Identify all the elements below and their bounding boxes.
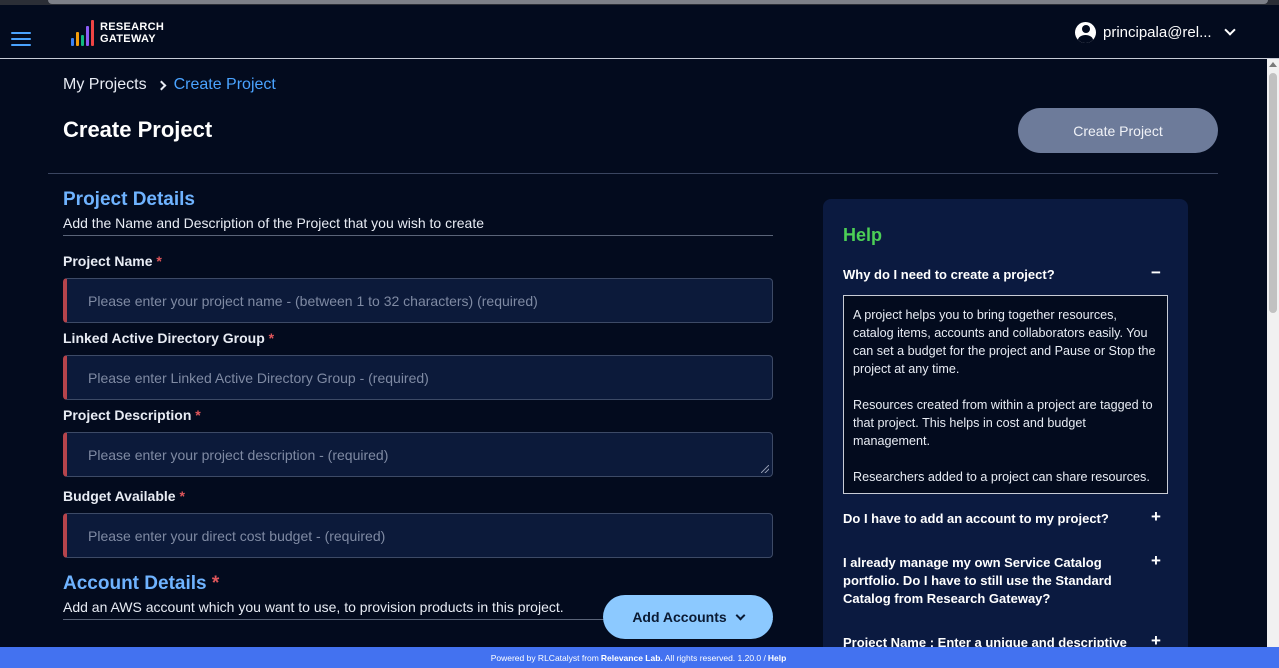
header-divider xyxy=(48,173,1218,174)
top-navbar: RESEARCH GATEWAY principala@rel... xyxy=(0,5,1279,59)
budget-placeholder: Please enter your direct cost budget - (… xyxy=(88,527,386,544)
project-name-input[interactable]: Please enter your project name - (betwee… xyxy=(63,278,773,323)
logo-text-line2: GATEWAY xyxy=(100,33,156,45)
required-asterisk: * xyxy=(268,330,275,346)
faq-question-service-catalog[interactable]: I already manage my own Service Catalog … xyxy=(843,554,1143,608)
ad-group-input[interactable]: Please enter Linked Active Directory Gro… xyxy=(63,355,773,400)
user-name: principala@rel... xyxy=(1103,23,1212,41)
project-description-label: Project Description * xyxy=(63,407,201,423)
faq-answer-paragraph: Resources created from within a project … xyxy=(853,398,1153,448)
faq-answer-paragraph: A project helps you to bring together re… xyxy=(853,308,1156,376)
faq-answer-why-project: A project helps you to bring together re… xyxy=(843,295,1168,494)
chevron-right-icon xyxy=(156,80,167,90)
help-title: Help xyxy=(843,225,883,245)
account-circle-icon xyxy=(1075,21,1096,43)
menu-icon[interactable] xyxy=(11,32,31,46)
logo-text-line1: RESEARCH xyxy=(100,21,165,33)
faq-question-why-project[interactable]: Why do I need to create a project? xyxy=(843,266,1143,284)
ad-group-placeholder: Please enter Linked Active Directory Gro… xyxy=(88,369,429,386)
user-menu[interactable]: principala@rel... xyxy=(1075,20,1236,44)
faq-answer-paragraph: Researchers added to a project can share… xyxy=(853,470,1150,484)
budget-input[interactable]: Please enter your direct cost budget - (… xyxy=(63,513,773,558)
account-details-subtitle: Add an AWS account which you want to use… xyxy=(63,599,564,615)
project-name-placeholder: Please enter your project name - (betwee… xyxy=(88,292,538,309)
required-asterisk: * xyxy=(195,407,201,423)
project-details-divider xyxy=(63,235,773,236)
budget-label: Budget Available * xyxy=(63,488,185,504)
footer-help-link[interactable]: Help xyxy=(768,653,786,663)
expand-plus-icon[interactable]: + xyxy=(1150,507,1162,527)
research-gateway-logo[interactable]: RESEARCH GATEWAY xyxy=(71,16,164,50)
chevron-down-icon xyxy=(1223,23,1236,36)
breadcrumb-my-projects[interactable]: My Projects xyxy=(63,76,147,94)
breadcrumb-current: Create Project xyxy=(173,76,276,93)
project-details-title: Project Details xyxy=(63,189,195,210)
project-description-textarea[interactable]: Please enter your project description - … xyxy=(63,432,773,477)
scrollbar-thumb[interactable] xyxy=(1269,73,1277,313)
required-asterisk: * xyxy=(211,573,220,594)
ad-group-label: Linked Active Directory Group * xyxy=(63,330,275,346)
footer-prefix: Powered by RLCatalyst from xyxy=(490,652,599,663)
project-details-subtitle: Add the Name and Description of the Proj… xyxy=(63,215,485,231)
breadcrumb: My Projects Create Project xyxy=(63,76,276,94)
help-panel: Help Why do I need to create a project? … xyxy=(823,199,1188,668)
footer-company: Relevance Lab. xyxy=(600,652,663,663)
collapse-minus-icon[interactable]: − xyxy=(1150,263,1162,283)
faq-question-add-account[interactable]: Do I have to add an account to my projec… xyxy=(843,510,1143,528)
footer: Powered by RLCatalyst from Relevance Lab… xyxy=(0,647,1279,668)
chevron-down-icon xyxy=(735,610,746,620)
browser-tab-edge xyxy=(48,0,1268,4)
resize-handle-icon[interactable] xyxy=(761,465,769,473)
project-name-label: Project Name * xyxy=(63,253,162,269)
project-description-placeholder: Please enter your project description - … xyxy=(88,446,389,463)
create-project-button[interactable]: Create Project xyxy=(1018,108,1218,153)
add-accounts-button[interactable]: Add Accounts xyxy=(603,595,773,639)
account-details-title: Account Details * xyxy=(63,573,220,594)
scroll-up-arrow-icon[interactable] xyxy=(1269,62,1277,67)
page-scrollbar[interactable] xyxy=(1267,59,1279,647)
logo-bars-icon xyxy=(71,20,94,46)
page-title: Create Project xyxy=(63,117,213,142)
footer-rights: All rights reserved. 1.20.0 / xyxy=(664,652,766,663)
required-asterisk: * xyxy=(156,253,162,269)
required-asterisk: * xyxy=(179,488,185,504)
expand-plus-icon[interactable]: + xyxy=(1150,551,1162,571)
